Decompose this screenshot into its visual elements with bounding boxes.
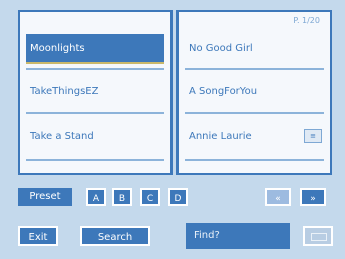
exit-button[interactable]: Exit: [18, 226, 58, 246]
bank-d-button[interactable]: D: [168, 188, 188, 206]
left-song-list: Moonlights TakeThingsEZ Take a Stand: [18, 10, 173, 175]
preset-label: Preset: [18, 188, 72, 206]
song-item-moonlights[interactable]: Moonlights: [26, 34, 164, 64]
song-file-icon: ≡: [304, 129, 322, 143]
search-input[interactable]: Find?: [186, 223, 290, 249]
page-indicator: P. 1/20: [293, 16, 320, 25]
list-divider: [185, 159, 324, 161]
list-divider: [185, 68, 324, 70]
song-select-screen: Moonlights TakeThingsEZ Take a Stand P. …: [0, 0, 345, 259]
bank-c-button[interactable]: C: [140, 188, 160, 206]
bank-b-button[interactable]: B: [112, 188, 132, 206]
list-divider: [26, 112, 164, 114]
list-divider: [26, 68, 164, 70]
list-divider: [26, 159, 164, 161]
bank-a-button[interactable]: A: [86, 188, 106, 206]
song-item-a-songforyou[interactable]: A SongForYou: [185, 77, 324, 107]
next-page-button[interactable]: »: [300, 188, 326, 206]
keyboard-icon[interactable]: [303, 226, 333, 246]
song-item-take-a-stand[interactable]: Take a Stand: [26, 122, 164, 152]
song-item-takethingsez[interactable]: TakeThingsEZ: [26, 77, 164, 107]
right-song-list: P. 1/20 No Good Girl A SongForYou Annie …: [176, 10, 332, 175]
song-item-no-good-girl[interactable]: No Good Girl: [185, 34, 324, 64]
search-button[interactable]: Search: [80, 226, 150, 246]
list-divider: [185, 112, 324, 114]
prev-page-button[interactable]: «: [265, 188, 291, 206]
